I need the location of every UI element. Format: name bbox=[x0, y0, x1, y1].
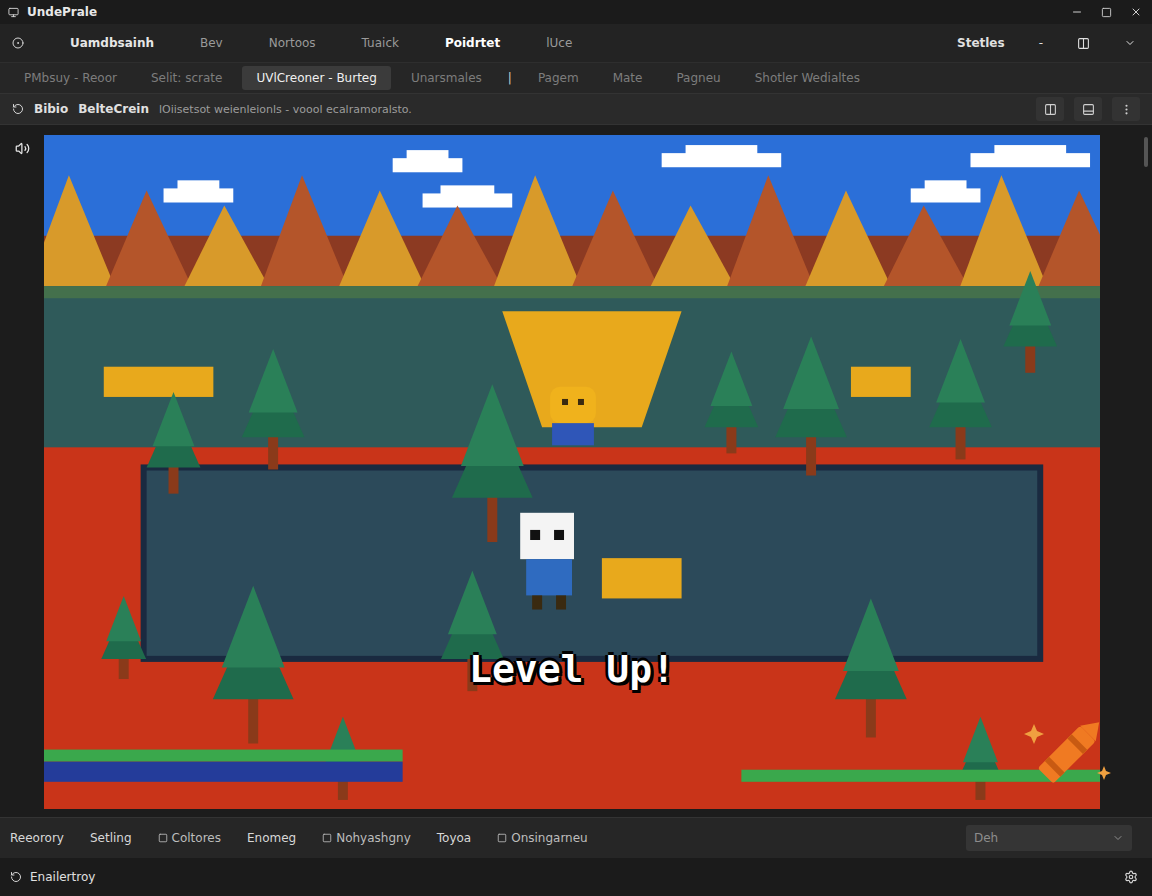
item-icon bbox=[322, 833, 332, 843]
layout-icon[interactable] bbox=[1077, 37, 1090, 50]
bottom-item[interactable]: Onsingarneu bbox=[497, 831, 588, 845]
red-ground bbox=[44, 447, 1100, 809]
window-title: UndePrale bbox=[27, 5, 1063, 19]
bottom-item[interactable]: Enomeg bbox=[247, 831, 296, 845]
tab-bar: PMbsuy - ReoorSelit: scrateUVlCreoner - … bbox=[0, 63, 1152, 93]
item-icon bbox=[158, 833, 168, 843]
bottom-item[interactable]: Coltores bbox=[158, 831, 221, 845]
tab-separator: | bbox=[502, 66, 518, 90]
more-icon bbox=[1120, 103, 1133, 116]
menu-item[interactable]: Poidrtet bbox=[445, 36, 500, 50]
mountains bbox=[44, 175, 1100, 296]
skull-character bbox=[520, 513, 574, 610]
gear-icon[interactable] bbox=[1124, 870, 1138, 884]
title-bar: UndePrale bbox=[0, 0, 1152, 24]
sand-patch bbox=[502, 311, 681, 427]
chevron-icon bbox=[1112, 832, 1124, 844]
split-button[interactable] bbox=[1036, 97, 1064, 121]
trees bbox=[101, 271, 1057, 800]
panel-icon bbox=[1082, 103, 1095, 116]
breadcrumb[interactable]: BelteCrein bbox=[78, 102, 149, 116]
tab[interactable]: Unarsmales bbox=[397, 66, 496, 90]
scrollbar[interactable] bbox=[1144, 137, 1148, 167]
menu-item[interactable]: Uamdbsainh bbox=[70, 36, 154, 50]
tab[interactable]: Mate bbox=[599, 66, 657, 90]
menu-item[interactable]: Bev bbox=[200, 36, 223, 50]
menu-item[interactable]: Tuaick bbox=[362, 36, 399, 50]
bottom-item[interactable]: Reeorory bbox=[10, 831, 64, 845]
speaker-icon[interactable] bbox=[15, 141, 30, 156]
tab[interactable]: Selit: scrate bbox=[137, 66, 236, 90]
minimize-icon[interactable] bbox=[1071, 6, 1083, 18]
tab[interactable]: PMbsuy - Reoor bbox=[10, 66, 131, 90]
more-button[interactable] bbox=[1112, 97, 1140, 121]
menu-right-item[interactable]: - bbox=[1039, 36, 1043, 50]
bottom-item[interactable]: Setling bbox=[90, 831, 132, 845]
chevron-icon[interactable] bbox=[1124, 37, 1136, 49]
game-viewport[interactable]: Level Up! bbox=[44, 135, 1100, 809]
menu-item[interactable]: lUce bbox=[546, 36, 572, 50]
menu-logo-icon bbox=[12, 37, 24, 49]
tab[interactable]: Pagneu bbox=[662, 66, 734, 90]
dropdown[interactable]: Deh bbox=[966, 825, 1132, 851]
panel-button[interactable] bbox=[1074, 97, 1102, 121]
status-bar: Enailertroy bbox=[0, 858, 1152, 896]
close-icon[interactable] bbox=[1130, 6, 1142, 18]
sync-icon[interactable] bbox=[10, 871, 22, 883]
app-window: UndePrale Uamdbsainh Bev Nortoos Tuaick Poidr… bbox=[0, 0, 1152, 896]
bottom-item[interactable]: Nohyashgny bbox=[322, 831, 411, 845]
menu-bar: Uamdbsainh Bev Nortoos Tuaick Poidrtet lUce St… bbox=[0, 24, 1152, 63]
menu-right-item[interactable]: Stetles bbox=[957, 36, 1005, 50]
tab[interactable]: Shotler Wedialtes bbox=[741, 66, 874, 90]
game-scene bbox=[44, 135, 1100, 809]
level-up-text: Level Up! bbox=[469, 647, 675, 691]
address-bar: Bibio BelteCrein lOiisetsot weienleionls -… bbox=[0, 93, 1152, 125]
refresh-icon[interactable] bbox=[12, 103, 24, 115]
menu-item[interactable]: Nortoos bbox=[269, 36, 316, 50]
tab[interactable]: Pagem bbox=[524, 66, 593, 90]
item-icon bbox=[497, 833, 507, 843]
bottom-bar: Reeorory Setling Coltores Enomeg Nohyashgny T… bbox=[0, 817, 1152, 858]
columns-icon bbox=[1044, 103, 1057, 116]
bottom-item[interactable]: Toyoa bbox=[437, 831, 471, 845]
crayon-logo-icon bbox=[1016, 704, 1116, 804]
yellow-character bbox=[550, 387, 596, 445]
garden-plot bbox=[144, 467, 1041, 658]
address-path[interactable]: lOiisetsot weienleionls - voool ecalramo… bbox=[159, 103, 1026, 116]
status-text: Enailertroy bbox=[30, 870, 1116, 884]
breadcrumb[interactable]: Bibio bbox=[34, 102, 68, 116]
maximize-icon[interactable] bbox=[1101, 7, 1112, 18]
tab[interactable]: UVlCreoner - Burteg bbox=[242, 66, 390, 90]
app-icon bbox=[8, 7, 19, 18]
